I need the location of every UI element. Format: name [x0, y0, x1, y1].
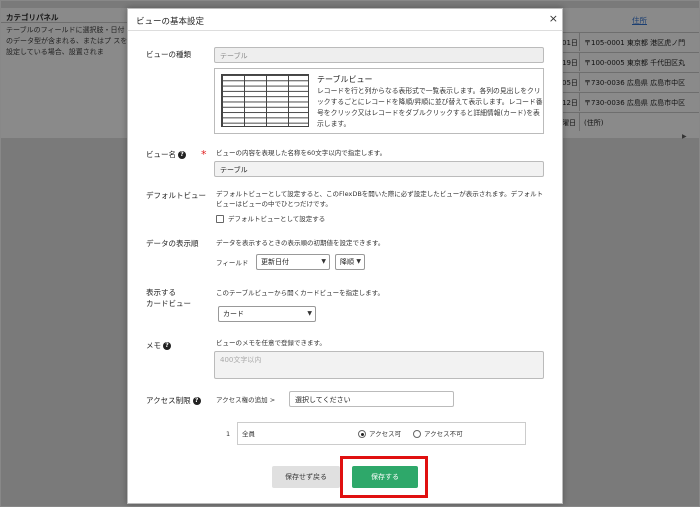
memo-textarea[interactable]: 400文字以内	[214, 351, 544, 379]
view-settings-dialog: ビューの基本設定 × ビューの種類 テーブル テーブルビュー レコードを行と列か…	[127, 8, 563, 504]
card-view-label: 表示する カードビュー	[146, 288, 191, 308]
card-view-hint: このテーブルビューから開くカードビューを指定します。	[216, 289, 384, 297]
help-icon[interactable]: ?	[192, 397, 201, 405]
default-view-hint: デフォルトビューとして設定すると、このFlexDBを開いた際に必ず設定したビュー…	[216, 190, 544, 208]
access-deny-radio[interactable]	[413, 430, 421, 438]
access-allow-radio[interactable]	[358, 430, 366, 438]
close-icon[interactable]: ×	[549, 12, 558, 25]
access-allow-label[interactable]: アクセス可	[369, 429, 401, 439]
preview-title: テーブルビュー	[317, 75, 373, 84]
save-button[interactable]: 保存する	[352, 466, 418, 488]
dialog-title: ビューの基本設定	[136, 17, 205, 27]
access-deny-label[interactable]: アクセス不可	[424, 429, 463, 439]
default-view-label: デフォルトビュー	[146, 191, 206, 200]
chevron-down-icon: ▼	[321, 258, 326, 265]
add-access-label: アクセス権の追加 >	[216, 396, 276, 404]
display-order-label: データの表示順	[146, 239, 199, 248]
help-icon[interactable]: ?	[163, 342, 171, 350]
view-name-label: ビュー名?	[146, 149, 186, 160]
view-name-input[interactable]: テーブル	[214, 161, 544, 177]
display-order-hint: データを表示するときの表示順の初期値を設定できます。	[216, 239, 385, 247]
cancel-button[interactable]: 保存せず戻る	[272, 466, 340, 488]
view-name-hint: ビューの内容を表現した名称を60文字以内で指定します。	[216, 149, 387, 157]
card-view-select[interactable]: カード ▼	[218, 306, 316, 322]
access-select[interactable]: 選択してください	[289, 391, 454, 407]
scroll-right-icon[interactable]: ▶	[682, 133, 687, 140]
category-panel-text: テーブルのフィールドに選択肢・日付のデータ型が含まれる、またはプ スを設定してい…	[6, 26, 128, 56]
table-row[interactable]: 05日 〒730-0036 広島県 広島市中区	[562, 72, 699, 91]
memo-label: メモ?	[146, 340, 171, 351]
access-label: アクセス制限?	[146, 395, 201, 406]
help-icon[interactable]: ?	[178, 151, 186, 159]
address-column-header[interactable]: 住所	[632, 15, 647, 26]
chevron-down-icon: ▼	[307, 310, 312, 317]
access-row-name: 全員	[242, 430, 255, 438]
divider	[1, 22, 128, 23]
chevron-down-icon: ▼	[356, 258, 361, 265]
required-mark: *	[201, 148, 207, 161]
sort-order-select[interactable]: 降順 ▼	[335, 254, 365, 270]
default-view-checkbox-label[interactable]: デフォルトビューとして設定する	[228, 214, 325, 224]
access-row-number: 1	[226, 430, 231, 438]
field-label: フィールド	[216, 259, 249, 267]
table-row[interactable]: 12日 〒730-0036 広島県 広島市中区	[562, 92, 699, 111]
table-row[interactable]: 曜日 (住所)	[562, 112, 699, 131]
table-row[interactable]: 19日 〒100-0005 東京都 千代田区丸	[562, 52, 699, 71]
table-row[interactable]: 01日 〒105-0001 東京都 港区虎ノ門	[562, 32, 699, 51]
view-type-field: テーブル	[214, 47, 544, 63]
view-type-preview: テーブルビュー レコードを行と列からなる表形式で一覧表示します。各列の見出しをク…	[214, 68, 544, 134]
sort-field-select[interactable]: 更新日付 ▼	[256, 254, 330, 270]
view-type-label: ビューの種類	[146, 50, 191, 59]
table-preview-icon	[221, 74, 309, 127]
preview-description: レコードを行と列からなる表形式で一覧表示します。各列の見出しをクリックするごとに…	[317, 87, 543, 128]
default-view-checkbox[interactable]	[216, 215, 224, 223]
memo-hint: ビューのメモを任意で登録できます。	[216, 339, 326, 347]
divider	[237, 422, 238, 445]
dialog-header: ビューの基本設定 ×	[128, 9, 562, 31]
